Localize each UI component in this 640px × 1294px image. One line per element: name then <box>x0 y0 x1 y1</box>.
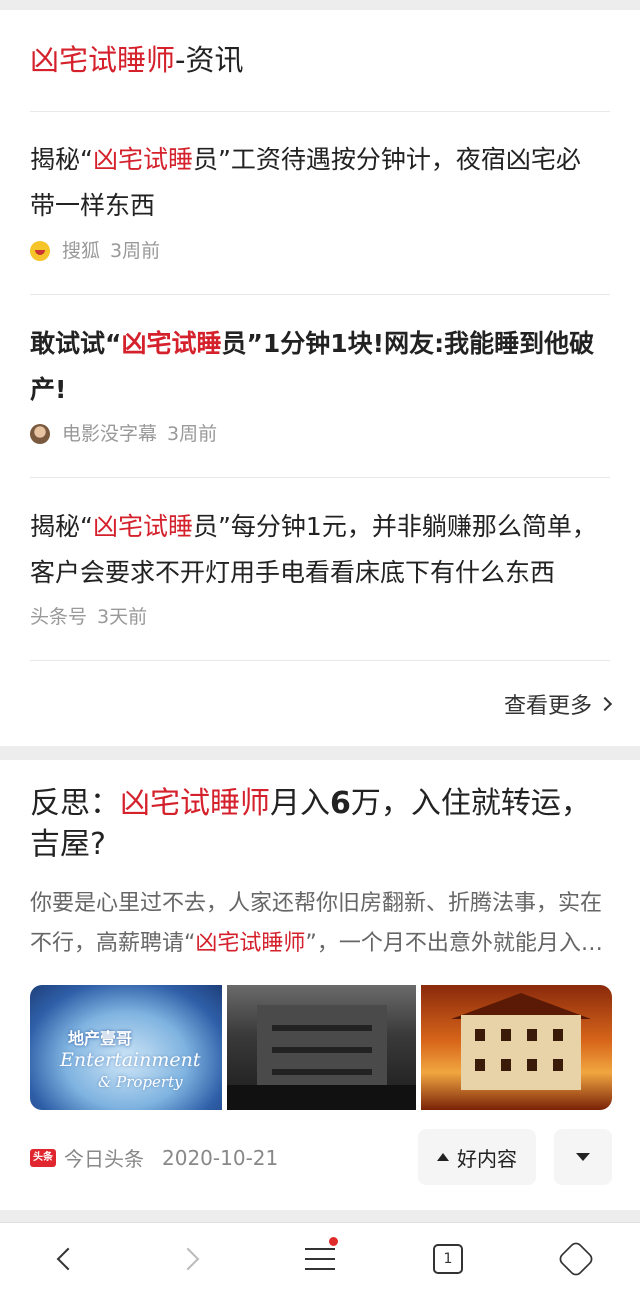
channel-avatar-icon <box>30 424 50 444</box>
title-text: 反思： <box>30 786 120 821</box>
news-source: 电影没字幕 <box>62 423 158 445</box>
view-more-label: 查看更多 <box>503 694 592 719</box>
article-thumbnail-2[interactable] <box>227 985 416 1110</box>
chevron-right-icon <box>597 696 613 712</box>
building-window-row <box>272 1047 372 1053</box>
news-item-title-1[interactable]: 揭秘“凶宅试睡员”工资待遇按分钟计，夜宿凶宅必带一样东西 <box>30 137 600 229</box>
title-highlight: 凶宅试睡 <box>92 145 193 174</box>
house-shape <box>461 1015 581 1090</box>
thumbnail-logo-text: 地产壹哥 <box>68 1029 133 1048</box>
title-text: 揭秘“ <box>30 512 93 541</box>
news-source: 头条号 <box>30 606 88 628</box>
divider <box>30 477 610 478</box>
article-source: 今日头条 <box>64 1147 144 1171</box>
divider <box>30 111 610 112</box>
good-content-button[interactable]: 好内容 <box>418 1129 536 1185</box>
thumbnail-caption: & Property <box>98 1073 183 1091</box>
home-icon <box>556 1239 596 1279</box>
house-window <box>475 1029 485 1041</box>
divider <box>30 660 610 661</box>
article-title[interactable]: 反思：凶宅试睡师月入6万，入住就转运，吉屋? <box>30 783 600 865</box>
title-highlight: 凶宅试睡 <box>121 329 222 358</box>
section-title-highlight: 凶宅试睡师 <box>30 43 176 77</box>
home-button[interactable] <box>536 1223 616 1294</box>
house-window <box>501 1029 511 1041</box>
house-window <box>501 1059 511 1071</box>
news-item-meta-2: 电影没字幕 3周前 <box>30 421 217 447</box>
caret-down-icon <box>576 1153 590 1161</box>
house-window <box>527 1029 537 1041</box>
article-footer: 头条 今日头条 2020-10-21 <box>30 1143 278 1172</box>
news-time: 3周前 <box>110 240 161 262</box>
sohu-icon <box>30 241 50 261</box>
ground-shape <box>227 1085 416 1110</box>
caret-up-icon <box>437 1153 449 1161</box>
news-item-title-3[interactable]: 揭秘“凶宅试睡员”每分钟1元，并非躺赚那么简单，客户会要求不开灯用手电看看床底下… <box>30 504 600 596</box>
toutiao-icon: 头条 <box>30 1148 56 1167</box>
building-window-row <box>272 1025 372 1031</box>
news-item-meta-1: 搜狐 3周前 <box>30 238 160 264</box>
browser-bottom-bar: 1 <box>0 1222 640 1294</box>
title-highlight: 凶宅试睡师 <box>120 786 270 821</box>
thumbnail-caption: Entertainment <box>60 1049 201 1071</box>
title-text: 月入 <box>270 786 330 821</box>
title-number: 6 <box>330 786 351 821</box>
chevron-right-icon <box>176 1247 200 1271</box>
building-window-row <box>272 1069 372 1075</box>
forward-button[interactable] <box>152 1223 232 1294</box>
article-thumbnail-3[interactable] <box>421 985 612 1110</box>
more-options-button[interactable] <box>554 1129 612 1185</box>
back-button[interactable] <box>24 1223 104 1294</box>
status-strip <box>0 0 640 10</box>
news-item-meta-3: 头条号 3天前 <box>30 604 147 630</box>
article-thumbnail-1[interactable]: 地产壹哥 Entertainment & Property <box>30 985 222 1110</box>
title-text: 揭秘“ <box>30 145 93 174</box>
house-window <box>527 1059 537 1071</box>
news-item-title-2[interactable]: 敢试试“凶宅试睡员”1分钟1块!网友:我能睡到他破产! <box>30 321 600 413</box>
section-title[interactable]: 凶宅试睡师-资讯 <box>30 40 243 80</box>
divider <box>30 294 610 295</box>
good-content-label: 好内容 <box>457 1146 517 1171</box>
house-window <box>553 1059 563 1071</box>
article-summary[interactable]: 你要是心里过不去，人家还帮你旧房翻新、折腾法事，实在不行，高薪聘请“凶宅试睡师”… <box>30 884 615 964</box>
house-window <box>553 1029 563 1041</box>
news-time: 3周前 <box>167 423 218 445</box>
chevron-left-icon <box>56 1247 80 1271</box>
menu-button[interactable] <box>280 1223 360 1294</box>
hamburger-menu-icon <box>305 1248 335 1270</box>
summary-highlight: 凶宅试睡师 <box>195 931 306 956</box>
notification-dot <box>329 1237 338 1246</box>
title-text: 敢试试“ <box>30 329 122 358</box>
tabs-icon: 1 <box>433 1244 463 1274</box>
news-source: 搜狐 <box>62 240 101 262</box>
article-date: 2020-10-21 <box>162 1145 279 1170</box>
view-more-link[interactable]: 查看更多 <box>503 688 613 720</box>
news-time: 3天前 <box>97 606 148 628</box>
title-highlight: 凶宅试睡 <box>92 512 193 541</box>
tabs-button[interactable]: 1 <box>408 1223 488 1294</box>
section-title-suffix: -资讯 <box>175 43 244 77</box>
house-window <box>475 1059 485 1071</box>
